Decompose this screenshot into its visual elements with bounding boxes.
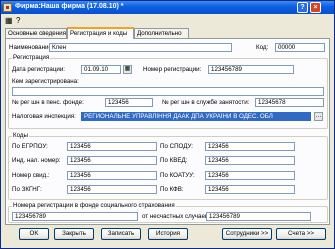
employment-service-field[interactable]: 12345678 <box>255 98 324 107</box>
reg-by-whom-label: Кем зарегистрирована: <box>12 78 79 85</box>
reg-number-field[interactable]: 123456789 <box>208 65 294 74</box>
reg-number-label: Номер регистрации: <box>143 66 202 73</box>
tab-panel: Наименование: Клен Код: 00000 Регистраци… <box>5 38 330 225</box>
history-button[interactable]: История <box>148 228 188 240</box>
accidents-field[interactable]: 123456789 <box>206 212 311 221</box>
edrpou-label: По ЕГРПОУ: <box>12 143 48 150</box>
toolbar: ▦ ? <box>1 15 334 27</box>
code-field[interactable]: 00000 <box>275 43 325 52</box>
save-button[interactable]: Записать <box>101 228 141 240</box>
tab-registration-codes[interactable]: Регистрация и коды <box>67 27 134 39</box>
name-label: Наименование: <box>9 44 54 51</box>
app-icon <box>3 3 12 12</box>
tax-inspection-field[interactable]: РЕГИОНАЛЬНЕ УПРАВЛІННЯ ДААК ДПА УКРАЇНИ … <box>81 112 311 121</box>
zkgng-field[interactable]: 123456 <box>67 185 157 194</box>
employees-button[interactable]: Сотрудники >> <box>222 228 272 240</box>
registration-group: Регистрация Дата регистрации: 01.09.10 ▦… <box>8 54 328 129</box>
firm-window: Фирма:Наша фирма (17.08.10) * ? × ▦ ? Ос… <box>0 0 335 249</box>
pension-fund-field[interactable]: 123456 <box>105 98 153 107</box>
kved-label: По КВЕД: <box>160 157 188 164</box>
kfv-field[interactable]: 123456 <box>205 185 295 194</box>
certificate-number-label: Номер свид.: <box>12 172 50 179</box>
spodu-label: По СПОДУ: <box>160 143 193 150</box>
certificate-number-field[interactable]: 123456 <box>67 171 157 180</box>
codes-group-label: Коды <box>12 132 29 140</box>
calendar-icon[interactable]: ▦ <box>123 65 132 74</box>
codes-group: Коды По ЕГРПОУ: 123456 По СПОДУ: 123456 … <box>8 132 328 200</box>
name-field[interactable]: Клен <box>49 43 232 52</box>
reg-by-whom-field[interactable] <box>12 87 324 96</box>
tax-inspection-label: Налоговая инспекция: <box>12 113 76 120</box>
code-label: Код: <box>256 44 269 51</box>
table-icon[interactable]: ▦ <box>5 16 13 26</box>
spodu-field[interactable]: 123456 <box>205 142 295 151</box>
reg-date-field[interactable]: 01.09.10 <box>81 65 121 74</box>
social-insurance-field[interactable]: 123456789 <box>12 212 138 221</box>
social-insurance-group-label: Номера регистрации в фонде социального с… <box>12 202 176 210</box>
koatuu-field[interactable]: 123456 <box>205 171 295 180</box>
tab-strip: Основные сведения Регистрация и коды Доп… <box>5 27 330 39</box>
edrpou-field[interactable]: 123456 <box>67 142 157 151</box>
close-title-button[interactable]: × <box>310 2 321 13</box>
help-icon[interactable]: ? <box>16 16 20 26</box>
tab-additional[interactable]: Дополнительно <box>134 28 189 38</box>
zkgng-label: По ЗКГНГ: <box>12 186 42 193</box>
koatuu-label: По КОАТУУ: <box>160 172 195 179</box>
kved-field[interactable]: 123456 <box>205 156 295 165</box>
accidents-label: от несчастных случаев: <box>142 213 210 220</box>
inn-field[interactable]: 123456 <box>67 156 157 165</box>
inn-label: Инд. нал. номер: <box>12 157 61 164</box>
accounts-button[interactable]: Счета >> <box>276 228 326 240</box>
tax-inspection-browse-button[interactable]: … <box>314 112 323 121</box>
window-title: Фирма:Наша фирма (17.08.10) * <box>15 3 124 10</box>
ok-button[interactable]: OK <box>19 228 49 240</box>
registration-group-label: Регистрация <box>12 54 51 62</box>
tab-basic-info[interactable]: Основные сведения <box>5 28 67 38</box>
kfv-label: По КФВ: <box>160 186 184 193</box>
social-insurance-group: Номера регистрации в фонде социального с… <box>8 202 328 223</box>
employment-service-label: № рег шн в службе занятости: <box>162 99 250 106</box>
close-button[interactable]: Закрыть <box>54 228 94 240</box>
help-title-button[interactable]: ? <box>297 2 308 13</box>
pension-fund-label: № рег шн в пенс. фонде: <box>12 99 84 106</box>
title-bar: Фирма:Наша фирма (17.08.10) * ? × <box>1 1 334 14</box>
reg-date-label: Дата регистрации: <box>12 66 66 73</box>
